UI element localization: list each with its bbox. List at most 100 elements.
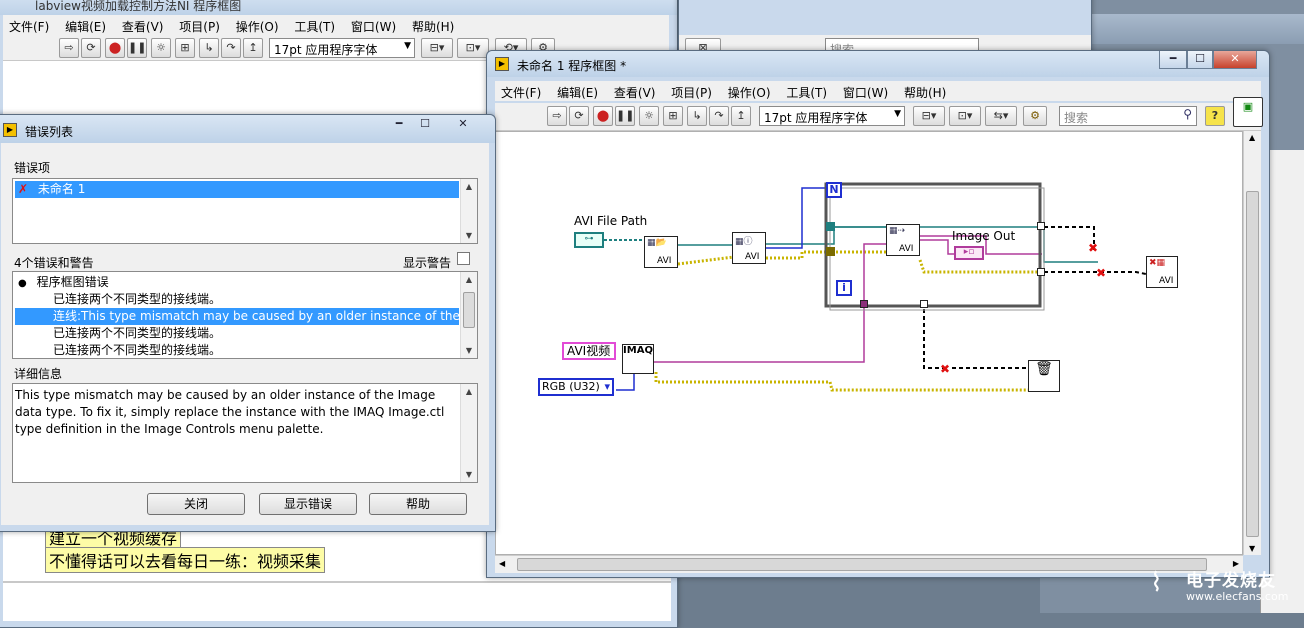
cleanup-diagram-icon[interactable]: ⚙ — [1023, 106, 1047, 126]
help-button[interactable]: 帮助 — [369, 493, 467, 515]
bg-abort-icon[interactable]: ⬤ — [105, 38, 125, 58]
imaq-create-node[interactable]: IMAQ — [622, 344, 654, 374]
menu-view[interactable]: 查看(V) — [608, 81, 662, 101]
error-items-listbox[interactable]: ✗ 未命名 1 ▲ ▼ — [12, 178, 478, 244]
error-row-4-text: 已连接两个不同类型的接线端。 — [53, 343, 222, 357]
main-close-button[interactable]: ✕ — [1213, 51, 1257, 69]
highlight-bulb-icon[interactable]: ☼ — [639, 106, 659, 126]
main-minimize-button[interactable]: ━ — [1159, 51, 1187, 69]
menu-edit[interactable]: 编辑(E) — [551, 81, 604, 101]
bg-distribute-icon[interactable]: ⊡▾ — [457, 38, 489, 58]
align-objects-icon[interactable]: ⊟▾ — [913, 106, 945, 126]
details-scroll-up-icon[interactable]: ▲ — [461, 387, 477, 396]
step-into-icon[interactable]: ↳ — [687, 106, 707, 126]
errors-listbox[interactable]: ● 程序框图错误 已连接两个不同类型的接线端。 连线:This type mis… — [12, 271, 478, 359]
avi-video-string-constant[interactable]: AVI视频 — [562, 342, 616, 360]
error-item-row[interactable]: ✗ 未命名 1 — [15, 181, 459, 198]
bg-menu-file[interactable]: 文件(F) — [3, 15, 55, 35]
search-magnifier-icon[interactable]: ⚲ — [1183, 107, 1192, 121]
main-maximize-button[interactable]: ☐ — [1187, 51, 1213, 69]
menu-window[interactable]: 窗口(W) — [837, 81, 894, 101]
errors-scrollbar[interactable]: ▲ ▼ — [460, 272, 477, 358]
pause-icon[interactable]: ❚❚ — [615, 106, 635, 126]
avi-path-control[interactable]: ⊶ — [574, 232, 604, 248]
error-dialog-close-button[interactable]: ✕ — [443, 116, 483, 134]
bg-step-out-icon[interactable]: ↥ — [243, 38, 263, 58]
run-arrow-icon[interactable]: ⇨ — [547, 106, 567, 126]
bg-retain-wire-icon[interactable]: ⊞ — [175, 38, 195, 58]
reorder-icon[interactable]: ⇆▾ — [985, 106, 1017, 126]
details-textbox[interactable]: This type mismatch may be caused by an o… — [12, 383, 478, 483]
context-help-icon[interactable]: ? — [1205, 106, 1225, 126]
items-scroll-up-icon[interactable]: ▲ — [461, 182, 477, 191]
distribute-objects-icon[interactable]: ⊡▾ — [949, 106, 981, 126]
menu-operate[interactable]: 操作(O) — [722, 81, 777, 101]
bg-menu-project[interactable]: 项目(P) — [173, 15, 226, 35]
bg-menu-tools[interactable]: 工具(T) — [288, 15, 341, 35]
items-scroll-down-icon[interactable]: ▼ — [461, 231, 477, 240]
avi-info-node[interactable]: ▦ⓘ AVI — [732, 232, 766, 264]
bg-font-combo[interactable]: 17pt 应用程序字体 ▼ — [269, 38, 415, 58]
block-diagram-canvas[interactable]: ✖ ✖ ✖ AVI File Path ⊶ ▦📂 AVI ▦ⓘ AVI N i … — [495, 131, 1243, 555]
vscroll-up-icon[interactable]: ▲ — [1249, 133, 1255, 142]
vscroll-thumb[interactable] — [1246, 191, 1259, 537]
bg-align-icon[interactable]: ⊟▾ — [421, 38, 453, 58]
diagram-horizontal-scrollbar[interactable]: ◀ ▶ — [495, 555, 1243, 573]
error-dialog-minimize-button[interactable]: ━ — [387, 116, 411, 134]
font-combo[interactable]: 17pt 应用程序字体 ▼ — [759, 106, 905, 126]
loop-iteration-terminal: i — [836, 280, 852, 296]
loop-tunnel-right-top — [1037, 222, 1045, 230]
step-out-icon[interactable]: ↥ — [731, 106, 751, 126]
hscroll-left-icon[interactable]: ◀ — [499, 559, 505, 568]
error-row-1[interactable]: 已连接两个不同类型的接线端。 — [15, 291, 459, 308]
font-combo-value: 17pt 应用程序字体 — [764, 111, 868, 125]
bg-menu-operate[interactable]: 操作(O) — [230, 15, 285, 35]
run-continuous-icon[interactable]: ⟳ — [569, 106, 589, 126]
menu-tools[interactable]: 工具(T) — [780, 81, 833, 101]
items-scrollbar[interactable]: ▲ ▼ — [460, 179, 477, 243]
bg-step-over-icon[interactable]: ↷ — [221, 38, 241, 58]
bg-menu-window[interactable]: 窗口(W) — [345, 15, 402, 35]
menu-file[interactable]: 文件(F) — [495, 81, 547, 101]
error-dialog-maximize-button[interactable]: ☐ — [413, 116, 437, 134]
details-scroll-down-icon[interactable]: ▼ — [461, 470, 477, 479]
error-row-3[interactable]: 已连接两个不同类型的接线端。 — [15, 325, 459, 342]
hscroll-thumb[interactable] — [517, 558, 1207, 571]
errors-scroll-up-icon[interactable]: ▲ — [461, 275, 477, 284]
bg-menu-help[interactable]: 帮助(H) — [406, 15, 460, 35]
error-row-2-selected[interactable]: 连线:This type mismatch may be caused by a… — [15, 308, 459, 325]
diagram-search-field[interactable]: 搜索 ⚲ — [1059, 106, 1197, 126]
bg-step-into-icon[interactable]: ↳ — [199, 38, 219, 58]
error-row-4[interactable]: 已连接两个不同类型的接线端。 — [15, 342, 459, 358]
image-type-ring[interactable]: RGB (U32) ▾ — [538, 378, 614, 396]
errors-scroll-thumb[interactable] — [463, 292, 475, 328]
bg-run-continuous-icon[interactable]: ⟳ — [81, 38, 101, 58]
error-row-group[interactable]: ● 程序框图错误 — [15, 274, 459, 291]
retain-wire-icon[interactable]: ⊞ — [663, 106, 683, 126]
abort-icon[interactable]: ⬤ — [593, 106, 613, 126]
errors-scroll-down-icon[interactable]: ▼ — [461, 346, 477, 355]
close-button[interactable]: 关闭 — [147, 493, 245, 515]
avi-close-node[interactable]: ✖▦ AVI — [1146, 256, 1178, 288]
show-warnings-checkbox[interactable] — [457, 252, 470, 265]
bg-menu-view[interactable]: 查看(V) — [116, 15, 170, 35]
bg-highlight-bulb-icon[interactable]: ☼ — [151, 38, 171, 58]
vi-icon[interactable]: ▣ — [1233, 97, 1263, 127]
show-error-button[interactable]: 显示错误 — [259, 493, 357, 515]
bg-pause-icon[interactable]: ❚❚ — [127, 38, 147, 58]
details-scrollbar[interactable]: ▲ ▼ — [460, 384, 477, 482]
search-placeholder: 搜索 — [1064, 111, 1089, 125]
diagram-vertical-scrollbar[interactable]: ▲ ▼ — [1243, 131, 1261, 555]
loop-count-terminal[interactable]: N — [826, 182, 842, 198]
menu-help[interactable]: 帮助(H) — [898, 81, 952, 101]
image-wire-1 — [654, 243, 886, 363]
bg-menu-edit[interactable]: 编辑(E) — [59, 15, 112, 35]
avi-open-node[interactable]: ▦📂 AVI — [644, 236, 678, 268]
avi-read-frame-node[interactable]: ▦⇢ AVI — [886, 224, 920, 256]
vscroll-down-icon[interactable]: ▼ — [1249, 544, 1255, 553]
menu-project[interactable]: 项目(P) — [665, 81, 718, 101]
image-out-indicator[interactable]: ▸▫ — [954, 246, 984, 260]
bg-run-arrow-icon[interactable]: ⇨ — [59, 38, 79, 58]
imaq-dispose-node[interactable]: 🗑 — [1028, 360, 1060, 392]
step-over-icon[interactable]: ↷ — [709, 106, 729, 126]
